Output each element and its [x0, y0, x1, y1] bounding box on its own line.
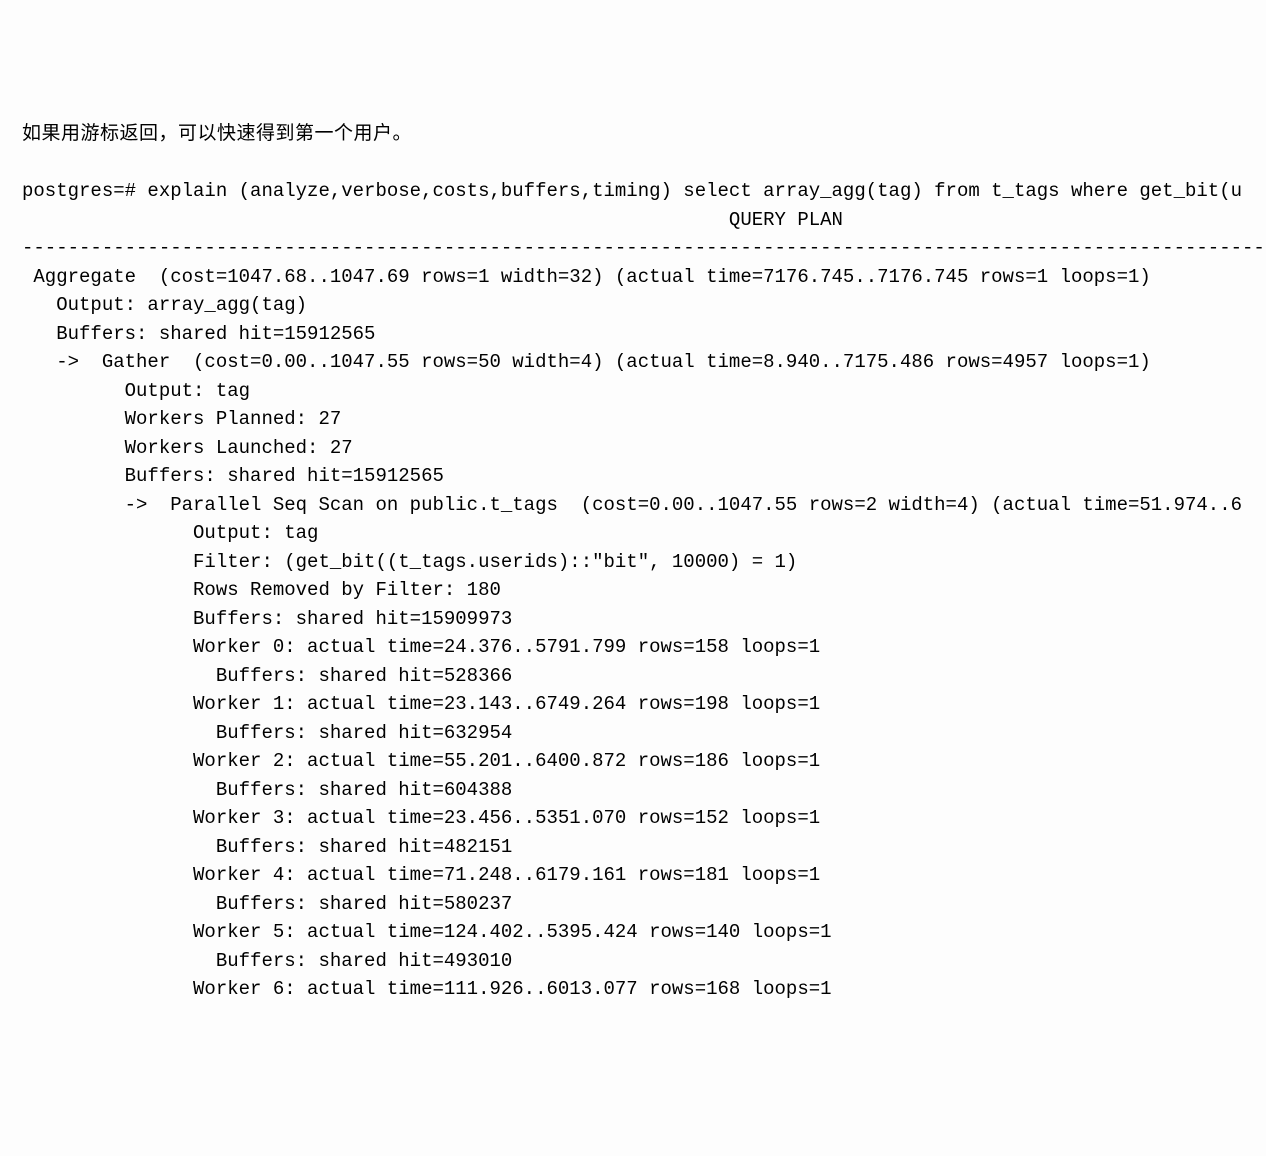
- query-plan-body: Aggregate (cost=1047.68..1047.69 rows=1 …: [22, 263, 1266, 1004]
- query-plan-header: QUERY PLAN: [22, 209, 843, 231]
- terminal-output: 如果用游标返回，可以快速得到第一个用户。 postgres=# explain …: [0, 92, 1266, 1033]
- intro-text: 如果用游标返回，可以快速得到第一个用户。: [22, 120, 1266, 149]
- separator-line: ----------------------------------------…: [22, 237, 1265, 259]
- sql-prompt-line: postgres=# explain (analyze,verbose,cost…: [22, 180, 1242, 202]
